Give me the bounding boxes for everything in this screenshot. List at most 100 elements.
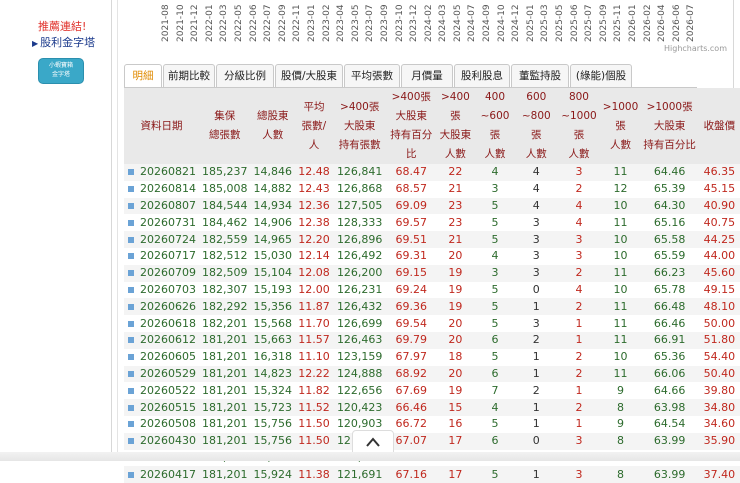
x-axis-label: 2026-06	[671, 4, 682, 42]
tab-8[interactable]: (綠能)個股	[570, 64, 632, 88]
table-cell: 1	[557, 331, 601, 349]
column-header-line: 大股東	[343, 119, 376, 132]
tab-5[interactable]: 月價量	[401, 64, 453, 88]
table-cell: 1	[557, 382, 601, 400]
table-cell: 184,462	[199, 214, 251, 232]
table-cell: 20260522	[124, 382, 199, 400]
table-cell: 5	[474, 197, 516, 215]
table-cell: 69.09	[386, 197, 437, 215]
x-axis-label: 2023-07	[365, 4, 376, 42]
table-cell: 15,568	[250, 315, 295, 332]
x-axis-label: 2022-06	[248, 4, 259, 42]
table-row: 20260522 181,201 15,324 11.82 122,656 67.69 19…	[124, 382, 740, 400]
column-header[interactable]: 800 ~1000張 人數	[557, 88, 601, 164]
column-header-line: >400張	[440, 91, 470, 122]
table-cell: 182,559	[199, 231, 251, 248]
column-header[interactable]: >1000張 人數	[600, 88, 641, 164]
table-cell: 181,201	[199, 382, 251, 400]
column-header[interactable]: 集保 總張數	[199, 88, 251, 164]
table-cell: 66.48	[640, 298, 699, 316]
column-header-line: 總股東	[257, 110, 289, 122]
app-button[interactable]: 小蝦寶箱 金字塔	[38, 58, 84, 84]
column-header[interactable]: >1000張 大股東 持有百分比	[640, 88, 699, 164]
table-cell: 20260821	[124, 164, 199, 181]
table-cell: 4	[515, 164, 558, 181]
table-cell: 16,318	[250, 348, 295, 366]
column-header-line: ~1000張	[561, 110, 597, 141]
table-row: 20260417 181,201 15,924 11.38 121,691 67.16 17…	[124, 466, 740, 483]
tab-2[interactable]: 分級比例	[216, 64, 274, 88]
table-cell: 19	[436, 281, 475, 299]
tab-1[interactable]: 前期比較	[163, 64, 215, 88]
table-cell: 1	[515, 466, 558, 483]
tab-3[interactable]: 股價/大股東	[275, 64, 343, 88]
column-header[interactable]: 平均 張數/人	[295, 88, 333, 164]
column-header[interactable]: >400張 大股東 人數	[436, 88, 475, 164]
table-cell: 126,492	[332, 247, 387, 265]
table-cell: 21	[436, 180, 475, 198]
table-cell: 54.40	[698, 348, 740, 366]
tab-7[interactable]: 董監持股	[511, 64, 569, 88]
table-cell: 120,423	[332, 399, 387, 416]
table-cell: 11.82	[295, 382, 333, 400]
row-bullet-icon	[128, 169, 134, 176]
column-header[interactable]: 收盤價	[698, 88, 740, 164]
x-axis-label: 2021-12	[190, 4, 201, 42]
table-cell: 12.43	[295, 180, 333, 198]
table-cell: 11	[600, 331, 641, 349]
table-cell-text: 20260821	[140, 165, 196, 179]
table-cell: 11.70	[295, 315, 333, 332]
column-header[interactable]: 資料日期	[124, 88, 199, 164]
x-axis-label: 2023-09	[379, 4, 390, 42]
scroll-up-button[interactable]	[352, 430, 394, 454]
table-cell: 69.79	[386, 331, 437, 349]
x-axis-label: 2022-07	[263, 4, 274, 42]
column-header[interactable]: 600 ~800張 人數	[515, 88, 558, 164]
tab-4[interactable]: 平均張數	[344, 64, 400, 88]
table-cell: 185,237	[199, 164, 251, 181]
row-bullet-icon	[128, 236, 134, 243]
table-row: 20260717 182,512 15,030 12.14 126,492 69.31 20…	[124, 247, 740, 265]
table-cell: 122,656	[332, 382, 387, 400]
x-axis-label: 2025-09	[598, 4, 609, 42]
table-cell: 49.15	[698, 281, 740, 299]
column-header-line: 持有百分比	[643, 138, 696, 151]
row-bullet-icon	[128, 354, 134, 361]
table-cell: 67.69	[386, 382, 437, 400]
table-row: 20260814 185,008 14,882 12.43 126,868 68.57 21…	[124, 180, 740, 198]
app-button-line-1: 小蝦寶箱	[48, 62, 73, 69]
chart-credit[interactable]: Highcharts.com	[664, 44, 727, 53]
table-cell: 44.25	[698, 231, 740, 248]
table-cell: 20	[436, 365, 475, 383]
column-header-line: 800	[568, 91, 589, 103]
table-row: 20260605 181,201 16,318 11.10 123,159 67.97 18…	[124, 348, 740, 366]
shareholder-table: 資料日期 集保 總張數 總股東 人數 平均 張數/人 >400張 大股東 持有張數 >400張 大股東…	[124, 88, 740, 483]
table-cell: 184,544	[199, 197, 251, 215]
tab-0[interactable]: 明細	[124, 64, 162, 88]
divider	[117, 0, 118, 461]
table-cell: 182,509	[199, 264, 251, 282]
table-cell-text: 20260515	[140, 400, 196, 414]
column-header-line: 600	[526, 91, 547, 103]
column-header[interactable]: >400張 大股東 持有張數	[332, 88, 387, 164]
table-cell: 37.40	[698, 466, 740, 483]
tab-6[interactable]: 股利股息	[454, 64, 510, 88]
table-cell: 46.35	[698, 164, 740, 181]
column-header[interactable]: 總股東 人數	[250, 88, 295, 164]
table-cell: 12.20	[295, 231, 333, 248]
table-cell: 66.06	[640, 365, 699, 383]
table-cell: 10	[600, 348, 641, 366]
table-cell: 11	[600, 264, 641, 282]
table-cell: 20260612	[124, 331, 199, 349]
app-button-line-2: 金字塔	[51, 71, 70, 78]
pyramid-link[interactable]: ▶ 股利金字塔	[32, 34, 95, 50]
table-cell: 20260709	[124, 264, 199, 282]
column-header[interactable]: 400 ~600張 人數	[474, 88, 516, 164]
x-axis-label: 2025-01	[525, 4, 536, 42]
table-cell-text: 20260807	[140, 198, 196, 212]
table-cell: 1	[557, 415, 601, 433]
triangle-right-icon: ▶	[32, 39, 39, 48]
column-header[interactable]: >400張 大股東 持有百分比	[386, 88, 437, 164]
x-axis-label: 2025-11	[613, 4, 624, 42]
table-cell: 15,030	[250, 247, 295, 265]
